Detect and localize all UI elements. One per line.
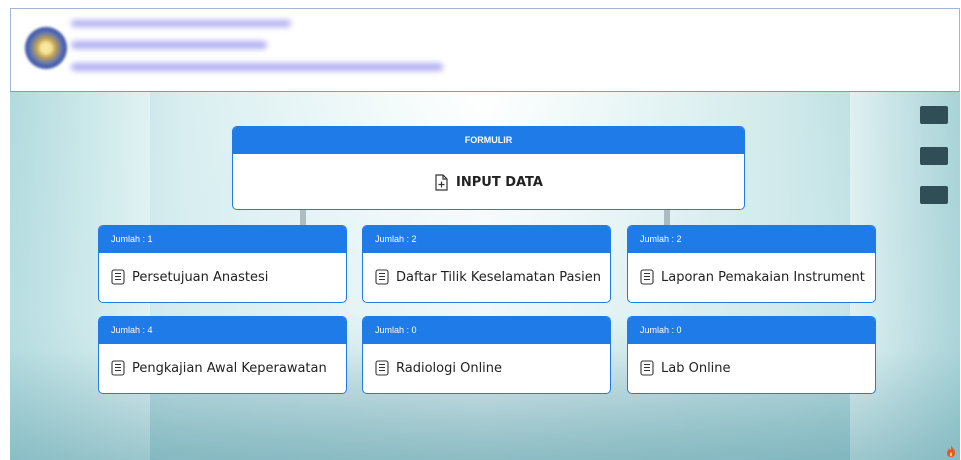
card-title: Lab Online [661, 360, 731, 376]
card-count-label: Jumlah : 1 [99, 226, 346, 253]
flame-icon[interactable] [945, 444, 957, 458]
card-lab-online[interactable]: Jumlah : 0 Lab Online [627, 316, 876, 394]
input-data-button[interactable]: INPUT DATA [233, 154, 744, 209]
document-list-icon [640, 269, 654, 285]
card-title: Pengkajian Awal Keperawatan [132, 360, 327, 376]
redacted-text [71, 41, 267, 49]
formulir-header: FORMULIR [233, 127, 744, 154]
card-count-label: Jumlah : 2 [628, 226, 875, 253]
document-list-icon [111, 360, 125, 376]
redacted-text [71, 63, 443, 71]
redacted-text [71, 20, 291, 27]
card-laporan-pemakaian-instrument[interactable]: Jumlah : 2 Laporan Pemakaian Instrument [627, 225, 876, 303]
document-list-icon [375, 360, 389, 376]
input-data-label: INPUT DATA [456, 174, 543, 190]
card-persetujuan-anastesi[interactable]: Jumlah : 1 Persetujuan Anastesi [98, 225, 347, 303]
card-count-label: Jumlah : 2 [363, 226, 610, 253]
card-daftar-tilik-keselamatan-pasien[interactable]: Jumlah : 2 Daftar Tilik Keselamatan Pasi… [362, 225, 611, 303]
card-title: Persetujuan Anastesi [132, 269, 269, 285]
document-list-icon [640, 360, 654, 376]
card-count-label: Jumlah : 4 [99, 317, 346, 344]
document-list-icon [375, 269, 389, 285]
hospital-logo [25, 27, 67, 69]
card-radiologi-online[interactable]: Jumlah : 0 Radiologi Online [362, 316, 611, 394]
card-count-label: Jumlah : 0 [363, 317, 610, 344]
card-count-label: Jumlah : 0 [628, 317, 875, 344]
header-bar [10, 8, 960, 92]
card-title: Daftar Tilik Keselamatan Pasien [396, 269, 602, 285]
document-plus-icon [435, 173, 448, 191]
formulir-card[interactable]: FORMULIR INPUT DATA [232, 126, 745, 210]
card-title: Radiologi Online [396, 360, 503, 376]
card-title: Laporan Pemakaian Instrument [661, 269, 865, 285]
document-list-icon [111, 269, 125, 285]
card-pengkajian-awal-keperawatan[interactable]: Jumlah : 4 Pengkajian Awal Keperawatan [98, 316, 347, 394]
